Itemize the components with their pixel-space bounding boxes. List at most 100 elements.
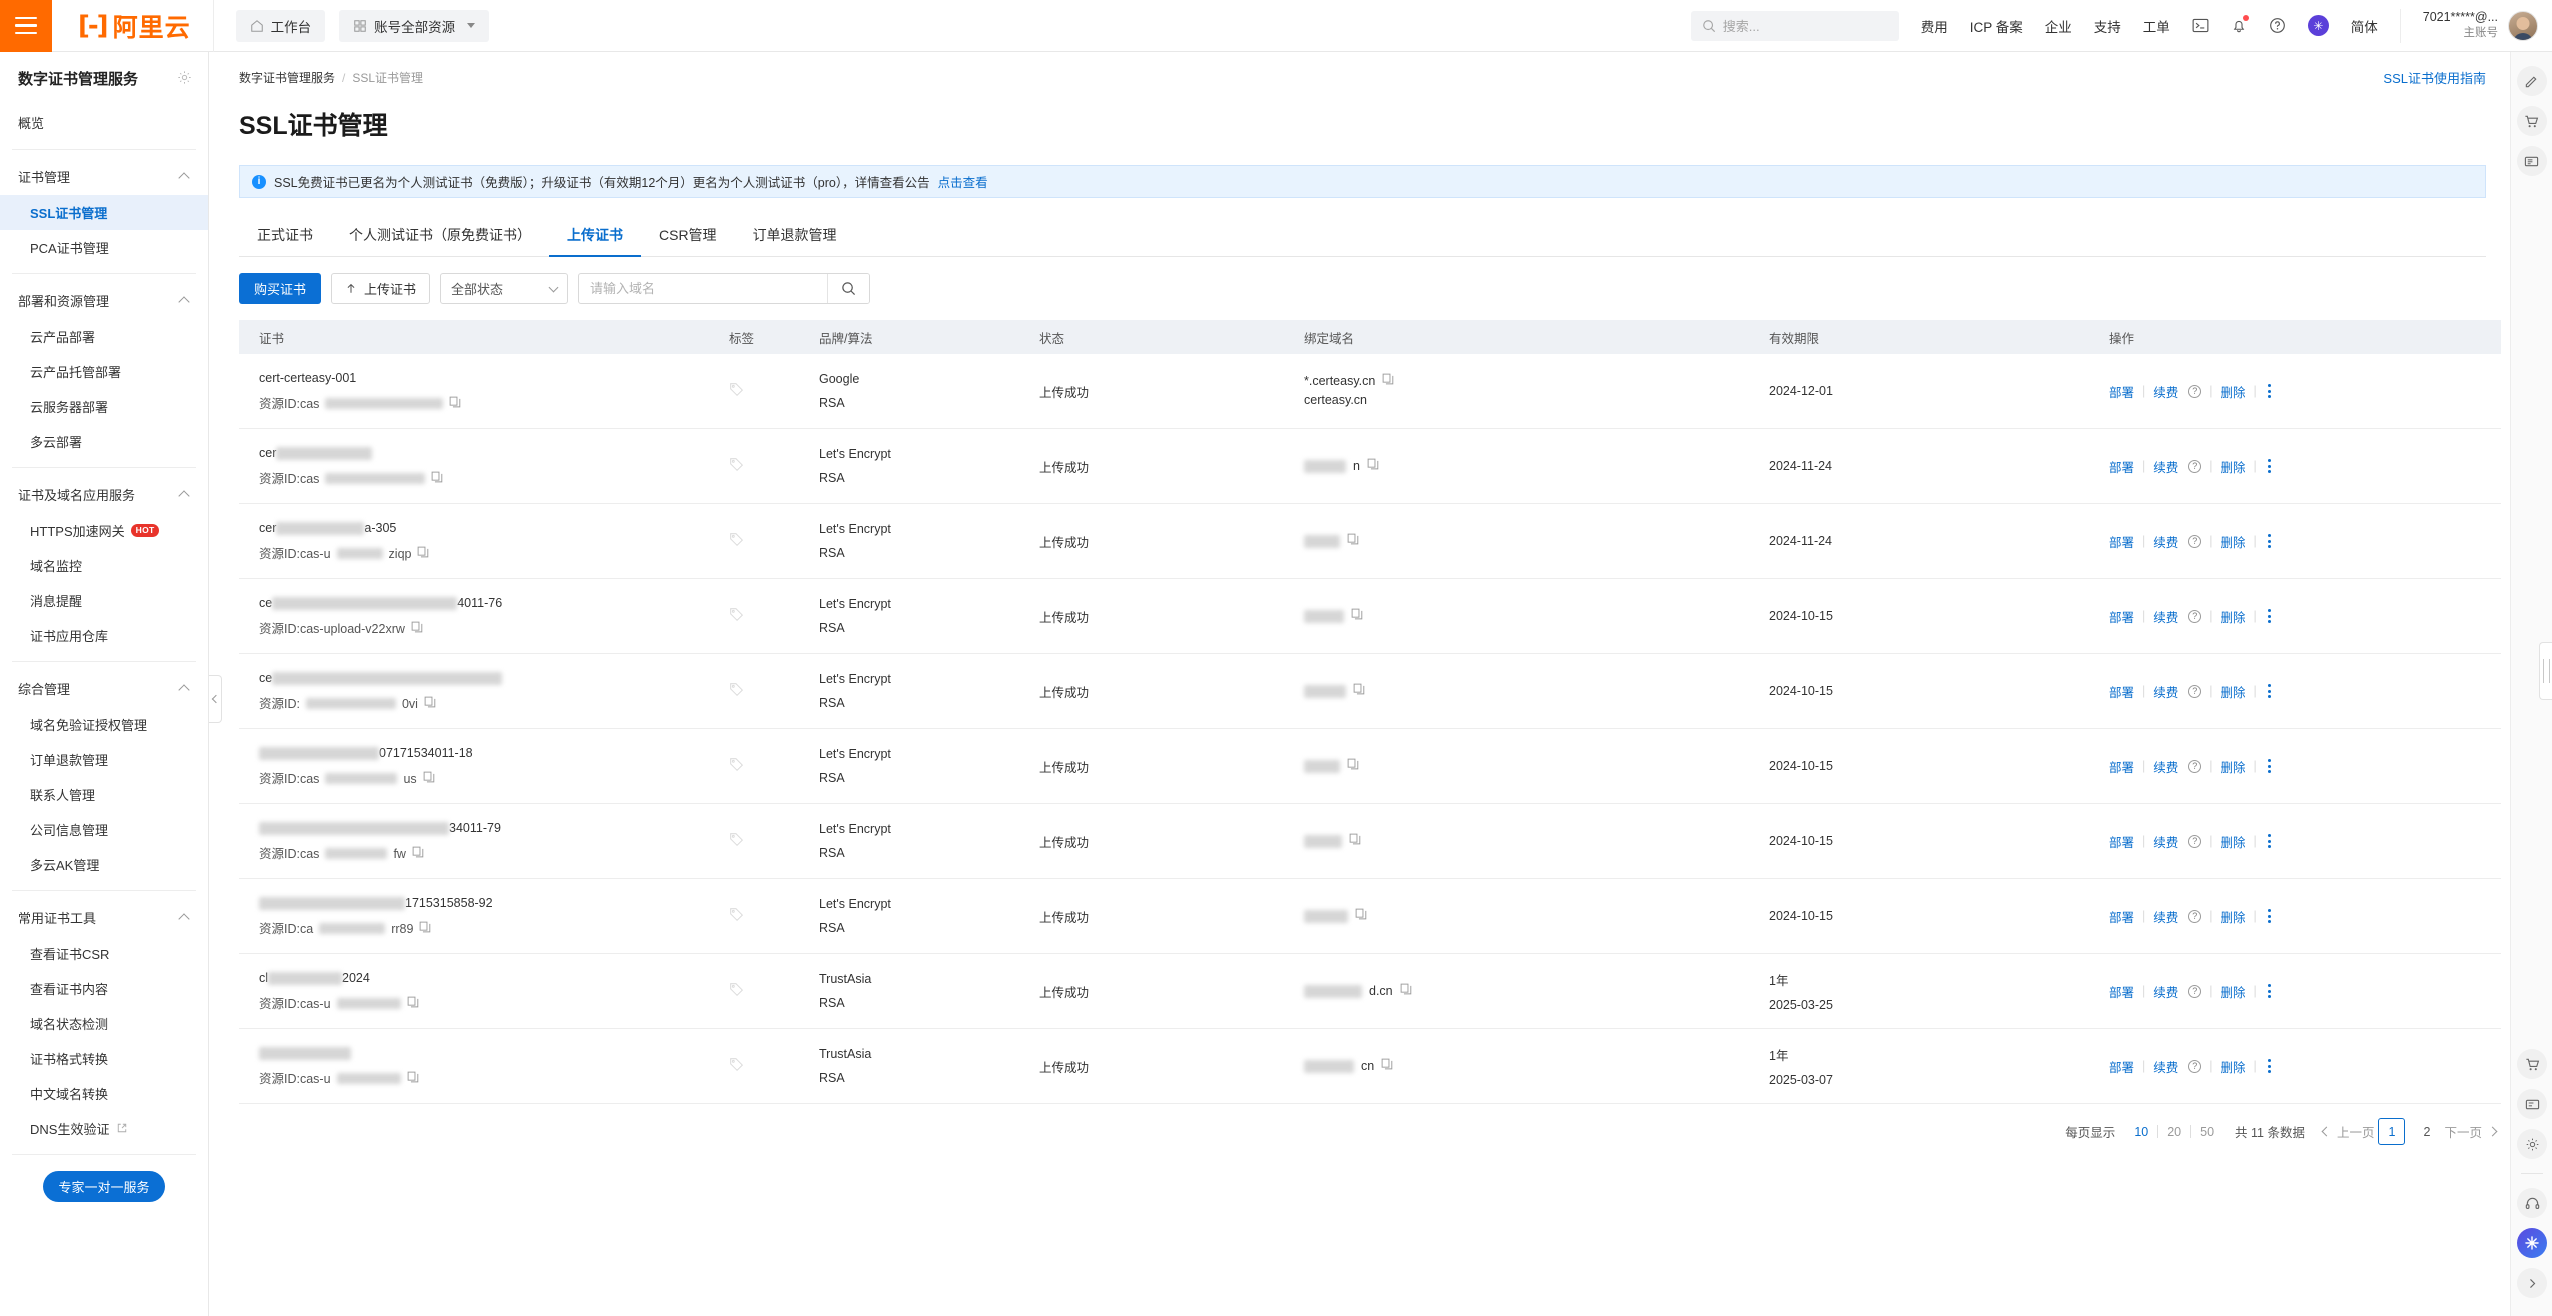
copy-icon[interactable] bbox=[1347, 757, 1359, 776]
deploy-link[interactable]: 部署 bbox=[2109, 832, 2134, 851]
renew-link[interactable]: 续费 bbox=[2153, 682, 2178, 701]
bell-icon[interactable] bbox=[2231, 15, 2249, 34]
sidebar-collapse-toggle[interactable] bbox=[209, 675, 222, 723]
sidebar-item-multicloud-ak-management[interactable]: 多云AK管理 bbox=[0, 847, 208, 882]
delete-link[interactable]: 删除 bbox=[2221, 607, 2246, 626]
tag-icon[interactable] bbox=[729, 608, 744, 625]
copy-icon[interactable] bbox=[449, 396, 461, 412]
rail-drawer-handle[interactable] bbox=[2539, 642, 2552, 700]
expert-service-button[interactable]: 专家一对一服务 bbox=[43, 1171, 165, 1202]
help-circle-icon[interactable]: ? bbox=[2188, 909, 2202, 923]
tag-icon[interactable] bbox=[729, 983, 744, 1000]
sidebar-item-cloud-product-deploy[interactable]: 云产品部署 bbox=[0, 319, 208, 354]
more-actions-icon[interactable] bbox=[2267, 684, 2271, 698]
sidebar-item-cert-app-repo[interactable]: 证书应用仓库 bbox=[0, 618, 208, 653]
buy-certificate-button[interactable]: 购买证书 bbox=[239, 273, 322, 304]
headset-icon[interactable] bbox=[2517, 1188, 2547, 1218]
header-link-support[interactable]: 支持 bbox=[2094, 16, 2121, 36]
sidebar-group-deployment-resource[interactable]: 部署和资源管理 bbox=[0, 282, 208, 319]
copy-icon[interactable] bbox=[1347, 532, 1359, 551]
more-actions-icon[interactable] bbox=[2267, 459, 2271, 473]
header-link-ticket[interactable]: 工单 bbox=[2143, 16, 2170, 36]
more-actions-icon[interactable] bbox=[2267, 909, 2271, 923]
deploy-link[interactable]: 部署 bbox=[2109, 382, 2134, 401]
renew-link[interactable]: 续费 bbox=[2153, 907, 2178, 926]
sidebar-item-domain-status-check[interactable]: 域名状态检测 bbox=[0, 1006, 208, 1041]
tab-upload-cert[interactable]: 上传证书 bbox=[549, 215, 641, 257]
deploy-link[interactable]: 部署 bbox=[2109, 907, 2134, 926]
renew-link[interactable]: 续费 bbox=[2153, 607, 2178, 626]
sidebar-item-message-alert[interactable]: 消息提醒 bbox=[0, 583, 208, 618]
delete-link[interactable]: 删除 bbox=[2221, 907, 2246, 926]
tab-formal-cert[interactable]: 正式证书 bbox=[239, 215, 331, 256]
cart-icon[interactable] bbox=[2516, 106, 2547, 136]
tag-icon[interactable] bbox=[729, 833, 744, 850]
sidebar-group-general-management[interactable]: 综合管理 bbox=[0, 670, 208, 707]
sidebar-item-dns-verification[interactable]: DNS生效验证 bbox=[0, 1111, 208, 1146]
ticket-icon[interactable] bbox=[2516, 146, 2547, 176]
tag-icon[interactable] bbox=[729, 533, 744, 550]
sidebar-item-contact-management[interactable]: 联系人管理 bbox=[0, 777, 208, 812]
domain-search-input[interactable] bbox=[579, 274, 828, 303]
sidebar-item-domain-auth-management[interactable]: 域名免验证授权管理 bbox=[0, 707, 208, 742]
copy-icon[interactable] bbox=[407, 1071, 419, 1087]
delete-link[interactable]: 删除 bbox=[2221, 982, 2246, 1001]
page-size-20[interactable]: 20 bbox=[2158, 1125, 2190, 1139]
copy-icon[interactable] bbox=[1353, 682, 1365, 701]
help-circle-icon[interactable]: ? bbox=[2188, 609, 2202, 623]
help-circle-icon[interactable] bbox=[2269, 17, 2286, 34]
delete-link[interactable]: 删除 bbox=[2221, 757, 2246, 776]
help-circle-icon[interactable]: ? bbox=[2188, 534, 2202, 548]
account-resources-dropdown[interactable]: 账号全部资源 bbox=[339, 9, 490, 42]
renew-link[interactable]: 续费 bbox=[2153, 832, 2178, 851]
tag-icon[interactable] bbox=[729, 908, 744, 925]
more-actions-icon[interactable] bbox=[2267, 609, 2271, 623]
sidebar-item-view-cert-csr[interactable]: 查看证书CSR bbox=[0, 936, 208, 971]
gear-icon[interactable] bbox=[177, 70, 192, 88]
assistant-icon[interactable] bbox=[2517, 1228, 2547, 1258]
header-link-icp[interactable]: ICP 备案 bbox=[1970, 16, 2023, 36]
user-account-menu[interactable]: 7021*****@... 主账号 bbox=[2399, 8, 2538, 43]
avatar[interactable] bbox=[2508, 10, 2538, 41]
ticket-icon[interactable] bbox=[2517, 1089, 2547, 1119]
help-circle-icon[interactable]: ? bbox=[2188, 759, 2202, 773]
more-actions-icon[interactable] bbox=[2267, 834, 2271, 848]
sidebar-item-cert-format-convert[interactable]: 证书格式转换 bbox=[0, 1041, 208, 1076]
copy-icon[interactable] bbox=[1400, 982, 1412, 1001]
copy-icon[interactable] bbox=[1367, 457, 1379, 476]
sidebar-item-view-cert-content[interactable]: 查看证书内容 bbox=[0, 971, 208, 1006]
help-circle-icon[interactable]: ? bbox=[2188, 459, 2202, 473]
tab-csr-management[interactable]: CSR管理 bbox=[641, 215, 735, 256]
renew-link[interactable]: 续费 bbox=[2153, 532, 2178, 551]
ssl-guide-link[interactable]: SSL证书使用指南 bbox=[2383, 68, 2486, 87]
breadcrumb-root[interactable]: 数字证书管理服务 bbox=[239, 69, 335, 86]
notice-link[interactable]: 点击查看 bbox=[938, 172, 988, 191]
more-actions-icon[interactable] bbox=[2267, 1059, 2271, 1073]
copy-icon[interactable] bbox=[1355, 907, 1367, 926]
delete-link[interactable]: 删除 bbox=[2221, 457, 2246, 476]
status-filter-select[interactable]: 全部状态 bbox=[440, 273, 569, 304]
copy-icon[interactable] bbox=[1349, 832, 1361, 851]
tag-icon[interactable] bbox=[729, 458, 744, 475]
tag-icon[interactable] bbox=[729, 383, 744, 400]
sidebar-item-chinese-domain-convert[interactable]: 中文域名转换 bbox=[0, 1076, 208, 1111]
deploy-link[interactable]: 部署 bbox=[2109, 682, 2134, 701]
renew-link[interactable]: 续费 bbox=[2153, 457, 2178, 476]
more-actions-icon[interactable] bbox=[2267, 384, 2271, 398]
sidebar-item-company-info-management[interactable]: 公司信息管理 bbox=[0, 812, 208, 847]
cart-icon[interactable] bbox=[2517, 1049, 2547, 1079]
copy-icon[interactable] bbox=[1381, 1057, 1393, 1076]
header-link-fee[interactable]: 费用 bbox=[1921, 16, 1948, 36]
prev-page-button[interactable]: 上一页 bbox=[2321, 1122, 2374, 1141]
more-actions-icon[interactable] bbox=[2267, 759, 2271, 773]
sidebar-item-ssl-cert-management[interactable]: SSL证书管理 bbox=[0, 195, 208, 230]
copy-icon[interactable] bbox=[1382, 372, 1394, 391]
language-switch[interactable]: 简体 bbox=[2351, 16, 2378, 36]
header-link-enterprise[interactable]: 企业 bbox=[2045, 16, 2072, 36]
upload-certificate-button[interactable]: 上传证书 bbox=[331, 273, 431, 304]
deploy-link[interactable]: 部署 bbox=[2109, 757, 2134, 776]
sidebar-item-pca-cert-management[interactable]: PCA证书管理 bbox=[0, 230, 208, 265]
gear-icon[interactable] bbox=[2517, 1129, 2547, 1159]
sidebar-item-order-refund-management[interactable]: 订单退款管理 bbox=[0, 742, 208, 777]
terminal-icon[interactable] bbox=[2192, 17, 2209, 34]
